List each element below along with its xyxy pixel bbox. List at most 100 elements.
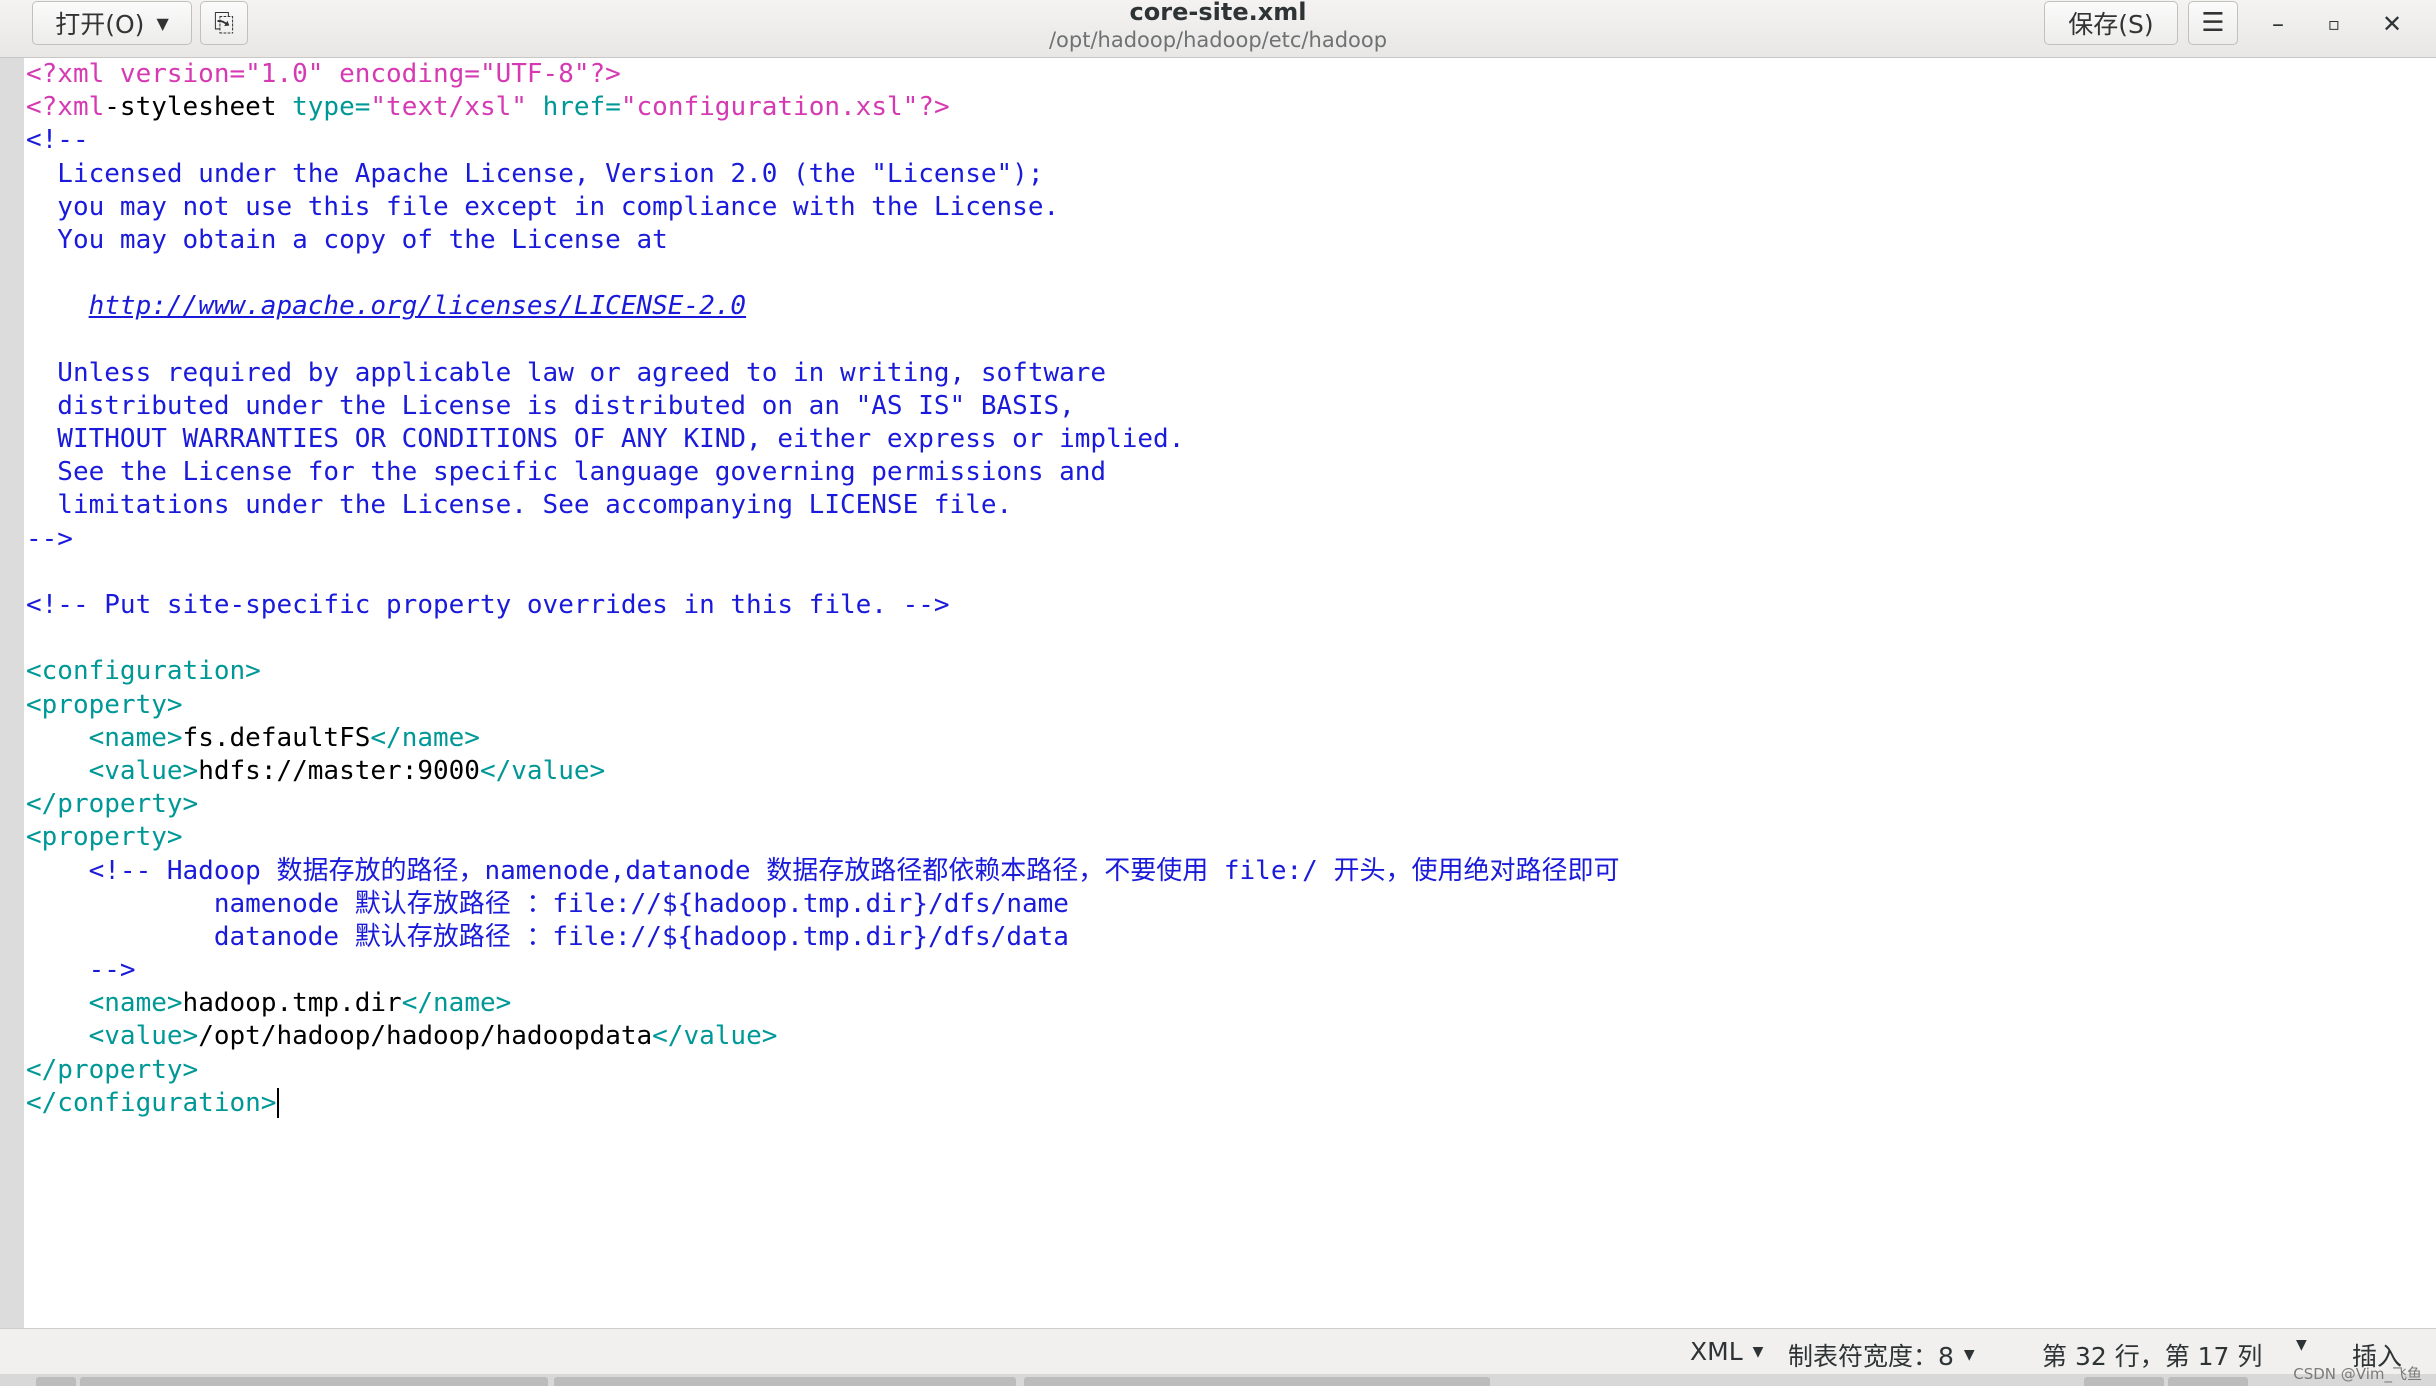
code-token: Unless required by applicable law or agr… [26, 357, 1107, 388]
code-token: <!-- [26, 125, 89, 156]
cursor-position[interactable]: 第 32 行，第 17 列 [2042, 1337, 2262, 1373]
watermark: CSDN @Vim_飞鱼 [2293, 1365, 2422, 1383]
code-token: <value> [88, 1021, 199, 1052]
code-token: <property> [26, 689, 183, 720]
code-line[interactable]: </property> [26, 788, 1619, 821]
code-line[interactable]: --> [26, 954, 1619, 987]
taskbar-strip [0, 1374, 2436, 1386]
language-selector[interactable]: XML ▼ [1690, 1337, 1763, 1366]
code-line[interactable]: </configuration> [26, 1087, 1619, 1120]
code-token: <!-- Hadoop 数据存放的路径，namenode,datanode 数据… [26, 855, 1620, 886]
text-editor[interactable]: <?xml version="1.0" encoding="UTF-8"?> <?… [0, 58, 2436, 1328]
code-line[interactable]: <property> [26, 821, 1619, 854]
taskbar-item[interactable] [1024, 1377, 1490, 1386]
taskbar-item[interactable] [2168, 1377, 2248, 1386]
code-line[interactable]: <!-- [26, 124, 1619, 157]
code-token: </value> [479, 755, 606, 786]
code-token: -stylesheet [104, 92, 293, 123]
code-token: <?xml [26, 92, 105, 123]
code-line[interactable]: <value>/opt/hadoop/hadoop/hadoopdata</va… [26, 1020, 1619, 1053]
code-token: <value> [88, 755, 199, 786]
chevron-down-icon: ▼ [1752, 1343, 1764, 1360]
maximize-button[interactable]: ▫ [2314, 6, 2354, 42]
code-token: hadoop.tmp.dir [182, 988, 402, 1019]
taskbar-item[interactable] [36, 1377, 76, 1386]
code-line[interactable] [26, 257, 1619, 290]
code-line[interactable]: See the License for the specific languag… [26, 456, 1619, 489]
code-line[interactable] [26, 324, 1619, 357]
code-line[interactable]: you may not use this file except in comp… [26, 191, 1619, 224]
code-token: <name> [88, 988, 183, 1019]
code-line[interactable]: </property> [26, 1054, 1619, 1087]
code-line[interactable]: <configuration> [26, 655, 1619, 688]
code-line[interactable]: <name>fs.defaultFS</name> [26, 722, 1619, 755]
taskbar-item[interactable] [554, 1377, 1016, 1386]
code-token: "configuration.xsl"?> [620, 92, 950, 123]
code-token: <!-- Put site-specific property override… [26, 590, 950, 620]
code-token: --> [26, 523, 73, 554]
code-line[interactable]: Unless required by applicable law or agr… [26, 357, 1619, 390]
code-line[interactable]: You may obtain a copy of the License at [26, 224, 1619, 257]
code-token: <property> [26, 822, 183, 853]
code-token: You may obtain a copy of the License at [26, 224, 668, 255]
code-line[interactable]: distributed under the License is distrib… [26, 390, 1619, 423]
code-line[interactable]: --> [26, 523, 1619, 556]
code-line[interactable] [26, 556, 1619, 589]
code-line[interactable]: <property> [26, 689, 1619, 722]
hamburger-menu-button[interactable]: ☰ [2188, 1, 2238, 45]
code-token: </configuration> [26, 1087, 277, 1118]
code-token: </property> [26, 789, 199, 820]
code-token: href= [542, 92, 621, 123]
save-button[interactable]: 保存(S) [2044, 1, 2178, 45]
minimize-button[interactable]: – [2258, 6, 2298, 42]
maximize-icon: ▫ [2327, 13, 2341, 35]
code-token: See the License for the specific languag… [26, 457, 1107, 488]
header-bar: 打开(O) ▼ ⎘ core-site.xml /opt/hadoop/hado… [0, 0, 2436, 58]
code-token: </name> [370, 722, 480, 753]
tab-width-selector[interactable]: 制表符宽度：8 ▼ [1788, 1337, 1975, 1373]
code-token: </property> [26, 1054, 199, 1085]
code-token: datanode 默认存放路径 ：file://${hadoop.tmp.dir… [26, 921, 1069, 952]
close-button[interactable]: ✕ [2372, 6, 2412, 42]
code-token: </value> [652, 1021, 778, 1052]
code-token: namenode 默认存放路径 ：file://${hadoop.tmp.dir… [26, 888, 1069, 919]
code-token: distributed under the License is distrib… [26, 390, 1075, 421]
code-token: <?xml version="1.0" encoding="UTF-8"?> [26, 59, 621, 89]
taskbar-item[interactable] [2084, 1377, 2164, 1386]
text-cursor [277, 1088, 280, 1119]
language-label: XML [1690, 1337, 1743, 1366]
position-menu-button[interactable]: ▼ [2296, 1337, 2307, 1353]
license-link[interactable]: http://www.apache.org/licenses/LICENSE-2… [89, 291, 746, 321]
code-line[interactable]: <!-- Hadoop 数据存放的路径，namenode,datanode 数据… [26, 855, 1620, 888]
code-line[interactable]: <value>hdfs://master:9000</value> [26, 755, 1619, 788]
code-line[interactable]: datanode 默认存放路径 ：file://${hadoop.tmp.dir… [26, 921, 1619, 954]
code-token: "text/xsl" [370, 92, 543, 123]
code-line[interactable]: <?xml-stylesheet type="text/xsl" href="c… [26, 91, 1619, 124]
code-token: type= [292, 92, 371, 123]
code-token: <configuration> [26, 656, 261, 687]
code-token: <name> [88, 722, 183, 753]
code-content[interactable]: <?xml version="1.0" encoding="UTF-8"?> <?… [26, 58, 1619, 1120]
code-token: hdfs://master:9000 [198, 755, 480, 786]
status-bar: XML ▼ 制表符宽度：8 ▼ 第 32 行，第 17 列 ▼ 插入 [0, 1328, 2436, 1374]
code-line[interactable]: namenode 默认存放路径 ：file://${hadoop.tmp.dir… [26, 888, 1619, 921]
code-line[interactable]: <name>hadoop.tmp.dir</name> [26, 987, 1619, 1020]
code-line[interactable]: <!-- Put site-specific property override… [26, 589, 1619, 622]
code-line[interactable]: WITHOUT WARRANTIES OR CONDITIONS OF ANY … [26, 423, 1619, 456]
code-token: WITHOUT WARRANTIES OR CONDITIONS OF ANY … [26, 424, 1185, 455]
minimize-icon: – [2272, 10, 2284, 38]
code-line[interactable]: http://www.apache.org/licenses/LICENSE-2… [26, 290, 1619, 323]
code-line[interactable]: limitations under the License. See accom… [26, 489, 1619, 522]
hamburger-menu-icon: ☰ [2201, 8, 2225, 38]
code-line[interactable] [26, 622, 1619, 655]
code-line[interactable]: <?xml version="1.0" encoding="UTF-8"?> [26, 58, 1619, 91]
code-token: limitations under the License. See accom… [26, 490, 1013, 521]
taskbar-item[interactable] [80, 1377, 548, 1386]
code-line[interactable]: Licensed under the Apache License, Versi… [26, 158, 1619, 191]
code-token: you may not use this file except in comp… [26, 191, 1060, 222]
